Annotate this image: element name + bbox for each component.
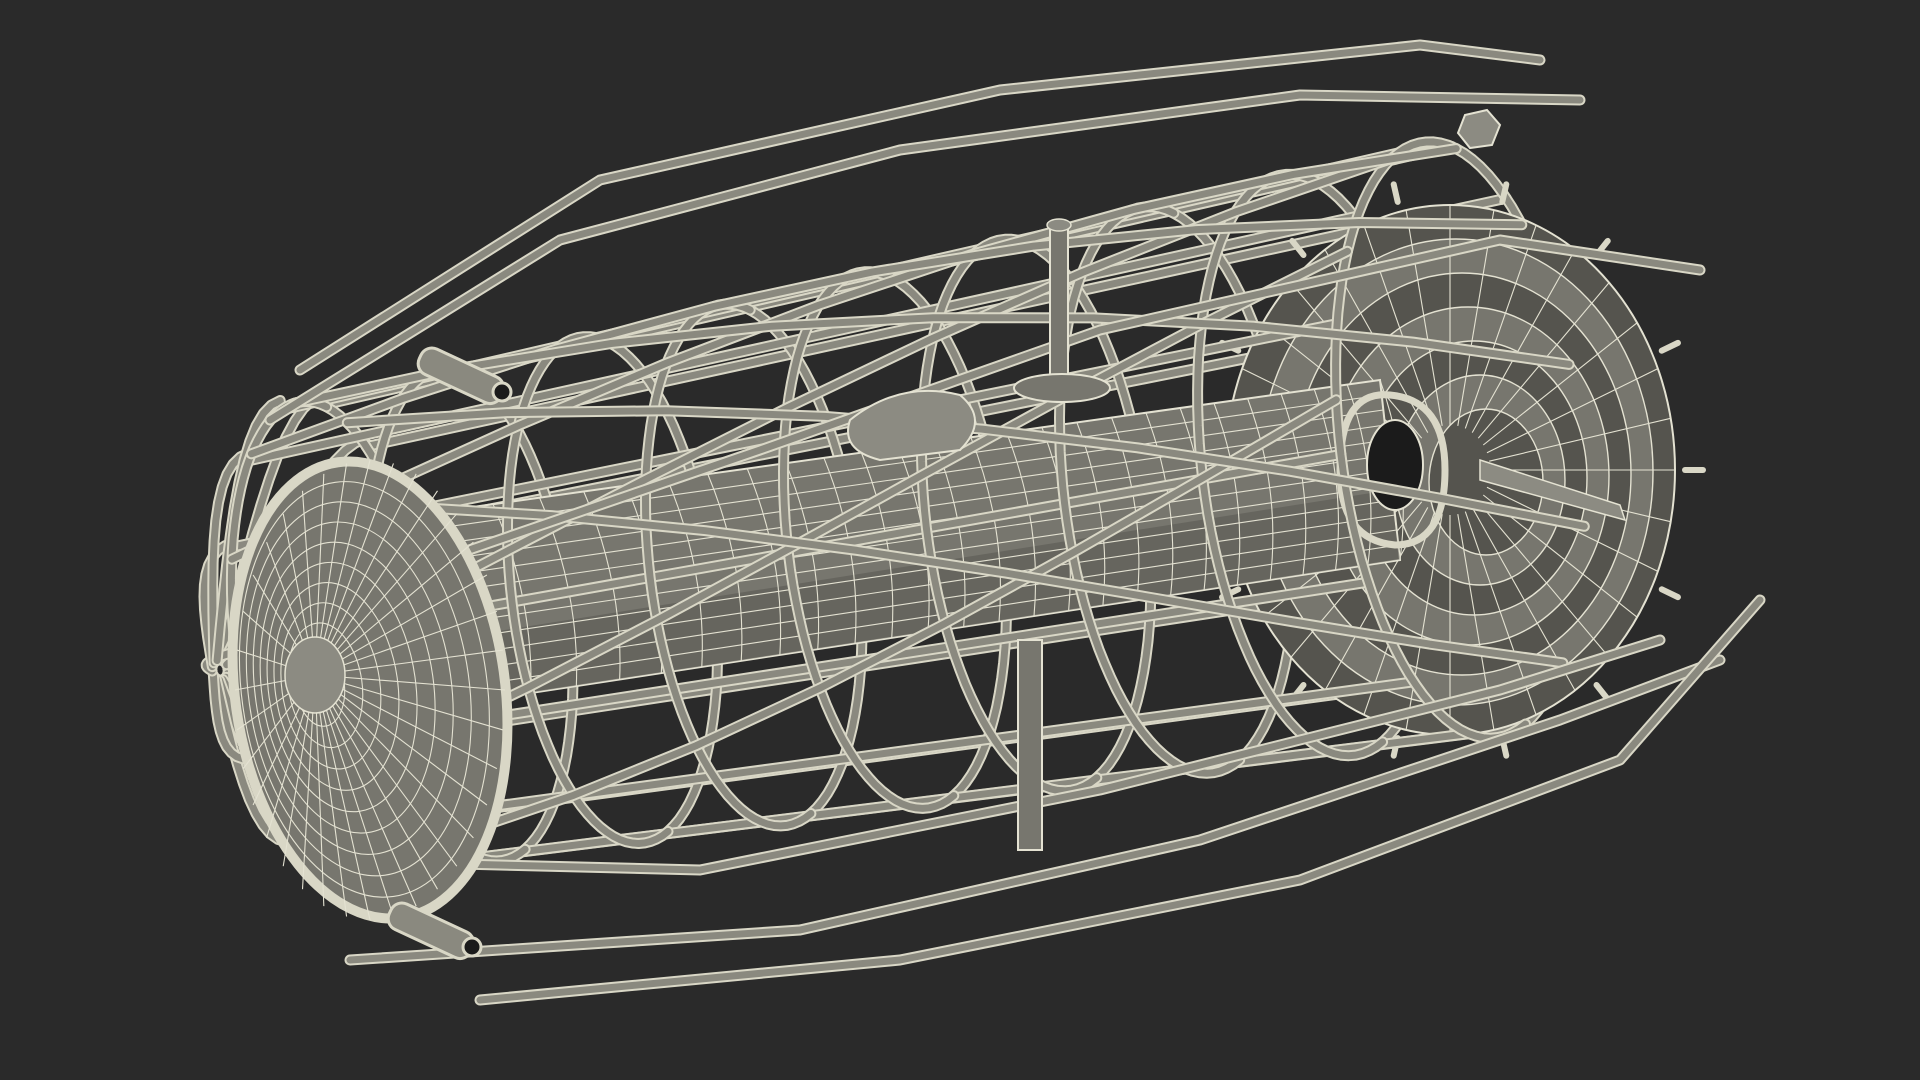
cage-hinge-eye-1 bbox=[461, 936, 483, 958]
tube-post-top bbox=[1046, 218, 1072, 232]
end-cap-hub bbox=[284, 636, 346, 714]
render-viewport bbox=[0, 0, 1920, 1080]
tube-post-base bbox=[1013, 373, 1111, 403]
wireframe-render bbox=[0, 0, 1920, 1080]
tube-post bbox=[1049, 224, 1069, 396]
disc-bolt-11 bbox=[1499, 181, 1510, 205]
disc-bolt-10 bbox=[1390, 181, 1401, 205]
cage-hinge-eye-0 bbox=[491, 381, 513, 403]
tube-strut bbox=[1017, 639, 1043, 851]
